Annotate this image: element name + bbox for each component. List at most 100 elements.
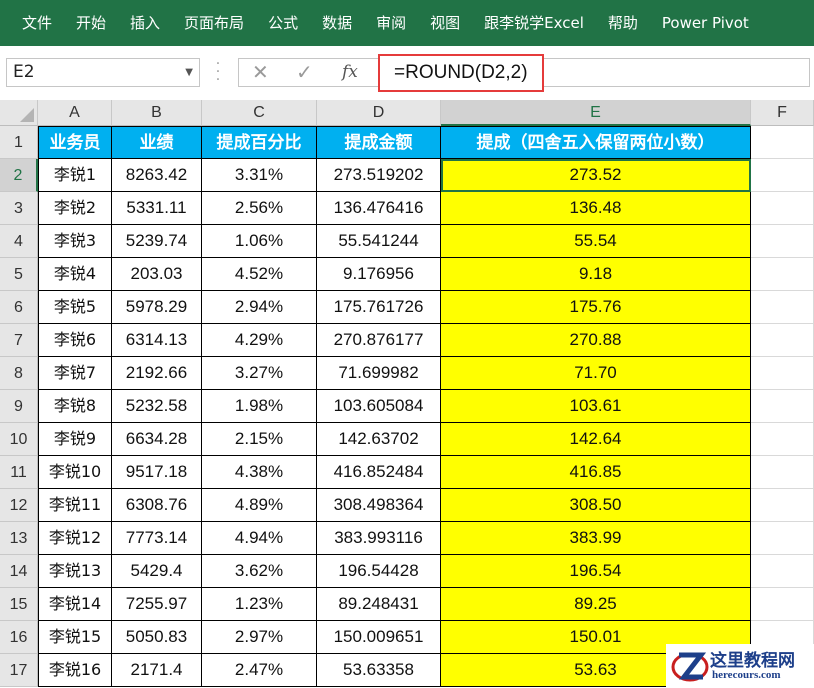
table-cell[interactable]: 136.476416 bbox=[317, 192, 441, 225]
row-header[interactable]: 13 bbox=[0, 522, 38, 555]
row-header[interactable]: 4 bbox=[0, 225, 38, 258]
table-cell[interactable]: 2192.66 bbox=[112, 357, 202, 390]
table-cell[interactable]: 李锐14 bbox=[38, 588, 112, 621]
table-cell[interactable]: 3.31% bbox=[202, 159, 317, 192]
table-cell[interactable]: 李锐4 bbox=[38, 258, 112, 291]
table-cell[interactable]: 李锐15 bbox=[38, 621, 112, 654]
table-cell[interactable]: 89.25 bbox=[441, 588, 751, 621]
table-cell[interactable]: 4.29% bbox=[202, 324, 317, 357]
enter-icon[interactable]: ✓ bbox=[296, 58, 313, 87]
row-header[interactable]: 5 bbox=[0, 258, 38, 291]
row-header[interactable]: 15 bbox=[0, 588, 38, 621]
table-cell[interactable]: 1.98% bbox=[202, 390, 317, 423]
table-cell[interactable]: 李锐7 bbox=[38, 357, 112, 390]
empty-cell[interactable] bbox=[751, 225, 814, 258]
table-cell[interactable]: 383.993116 bbox=[317, 522, 441, 555]
column-header-e[interactable]: E bbox=[441, 100, 751, 126]
table-cell[interactable]: 142.64 bbox=[441, 423, 751, 456]
ribbon-tab[interactable]: 视图 bbox=[418, 0, 472, 46]
table-cell[interactable]: 8263.42 bbox=[112, 159, 202, 192]
header-cell[interactable]: 业务员 bbox=[38, 126, 112, 159]
ribbon-tab[interactable]: 开始 bbox=[64, 0, 118, 46]
table-cell[interactable]: 55.541244 bbox=[317, 225, 441, 258]
empty-cell[interactable] bbox=[751, 390, 814, 423]
ribbon-tab[interactable]: 跟李锐学Excel bbox=[472, 0, 596, 46]
table-cell[interactable]: 175.761726 bbox=[317, 291, 441, 324]
column-header-c[interactable]: C bbox=[202, 100, 317, 126]
ribbon-tab[interactable]: 文件 bbox=[0, 0, 64, 46]
ribbon-tab[interactable]: 帮助 bbox=[596, 0, 650, 46]
column-header-b[interactable]: B bbox=[112, 100, 202, 126]
table-cell[interactable]: 3.27% bbox=[202, 357, 317, 390]
empty-cell[interactable] bbox=[751, 126, 814, 159]
table-cell[interactable]: 2.97% bbox=[202, 621, 317, 654]
table-cell[interactable]: 416.85 bbox=[441, 456, 751, 489]
ribbon-tab[interactable]: 插入 bbox=[118, 0, 172, 46]
row-header[interactable]: 1 bbox=[0, 126, 38, 159]
ribbon-tab[interactable]: 公式 bbox=[256, 0, 310, 46]
table-cell[interactable]: 9.18 bbox=[441, 258, 751, 291]
header-cell[interactable]: 提成（四舍五入保留两位小数） bbox=[441, 126, 751, 159]
table-cell[interactable]: 李锐11 bbox=[38, 489, 112, 522]
table-cell[interactable]: 150.009651 bbox=[317, 621, 441, 654]
row-header[interactable]: 8 bbox=[0, 357, 38, 390]
table-cell[interactable]: 李锐13 bbox=[38, 555, 112, 588]
name-box[interactable]: E2 ▼ bbox=[6, 58, 200, 87]
row-header[interactable]: 14 bbox=[0, 555, 38, 588]
row-header[interactable]: 9 bbox=[0, 390, 38, 423]
row-header[interactable]: 3 bbox=[0, 192, 38, 225]
table-cell[interactable]: 5232.58 bbox=[112, 390, 202, 423]
table-cell[interactable]: 李锐2 bbox=[38, 192, 112, 225]
table-cell[interactable]: 2171.4 bbox=[112, 654, 202, 687]
table-cell[interactable]: 7255.97 bbox=[112, 588, 202, 621]
table-cell[interactable]: 136.48 bbox=[441, 192, 751, 225]
empty-cell[interactable] bbox=[751, 489, 814, 522]
ribbon-tab[interactable]: Power Pivot bbox=[650, 0, 761, 46]
table-cell[interactable]: 308.498364 bbox=[317, 489, 441, 522]
insert-function-icon[interactable]: fx bbox=[342, 58, 358, 87]
formula-input[interactable]: =ROUND(D2,2) bbox=[378, 54, 544, 92]
table-cell[interactable]: 5239.74 bbox=[112, 225, 202, 258]
ribbon-tab[interactable]: 页面布局 bbox=[172, 0, 256, 46]
table-cell[interactable]: 103.605084 bbox=[317, 390, 441, 423]
table-cell[interactable]: 308.50 bbox=[441, 489, 751, 522]
ribbon-tab[interactable]: 数据 bbox=[310, 0, 364, 46]
row-header[interactable]: 11 bbox=[0, 456, 38, 489]
table-cell[interactable]: 李锐16 bbox=[38, 654, 112, 687]
cancel-icon[interactable]: ✕ bbox=[252, 58, 269, 87]
table-cell[interactable]: 9.176956 bbox=[317, 258, 441, 291]
empty-cell[interactable] bbox=[751, 588, 814, 621]
row-header[interactable]: 16 bbox=[0, 621, 38, 654]
table-cell[interactable]: 李锐12 bbox=[38, 522, 112, 555]
table-cell[interactable]: 175.76 bbox=[441, 291, 751, 324]
table-cell[interactable]: 71.699982 bbox=[317, 357, 441, 390]
table-cell[interactable]: 9517.18 bbox=[112, 456, 202, 489]
table-cell[interactable]: 4.94% bbox=[202, 522, 317, 555]
column-header-d[interactable]: D bbox=[317, 100, 441, 126]
table-cell[interactable]: 270.88 bbox=[441, 324, 751, 357]
table-cell[interactable]: 142.63702 bbox=[317, 423, 441, 456]
empty-cell[interactable] bbox=[751, 522, 814, 555]
row-header[interactable]: 12 bbox=[0, 489, 38, 522]
table-cell[interactable]: 1.06% bbox=[202, 225, 317, 258]
table-cell[interactable]: 李锐10 bbox=[38, 456, 112, 489]
empty-cell[interactable] bbox=[751, 192, 814, 225]
table-cell[interactable]: 李锐1 bbox=[38, 159, 112, 192]
table-cell[interactable]: 103.61 bbox=[441, 390, 751, 423]
table-cell[interactable]: 71.70 bbox=[441, 357, 751, 390]
table-cell[interactable]: 5429.4 bbox=[112, 555, 202, 588]
empty-cell[interactable] bbox=[751, 456, 814, 489]
column-header-f[interactable]: F bbox=[751, 100, 814, 126]
table-cell[interactable]: 1.23% bbox=[202, 588, 317, 621]
row-header[interactable]: 7 bbox=[0, 324, 38, 357]
empty-cell[interactable] bbox=[751, 291, 814, 324]
table-cell[interactable]: 李锐8 bbox=[38, 390, 112, 423]
drag-handle-icon[interactable]: · · · bbox=[214, 57, 222, 87]
table-cell[interactable]: 6634.28 bbox=[112, 423, 202, 456]
table-cell[interactable]: 55.54 bbox=[441, 225, 751, 258]
table-cell[interactable]: 196.54428 bbox=[317, 555, 441, 588]
ribbon-tab[interactable]: 审阅 bbox=[364, 0, 418, 46]
empty-cell[interactable] bbox=[751, 423, 814, 456]
table-cell[interactable]: 196.54 bbox=[441, 555, 751, 588]
table-cell[interactable]: 4.52% bbox=[202, 258, 317, 291]
